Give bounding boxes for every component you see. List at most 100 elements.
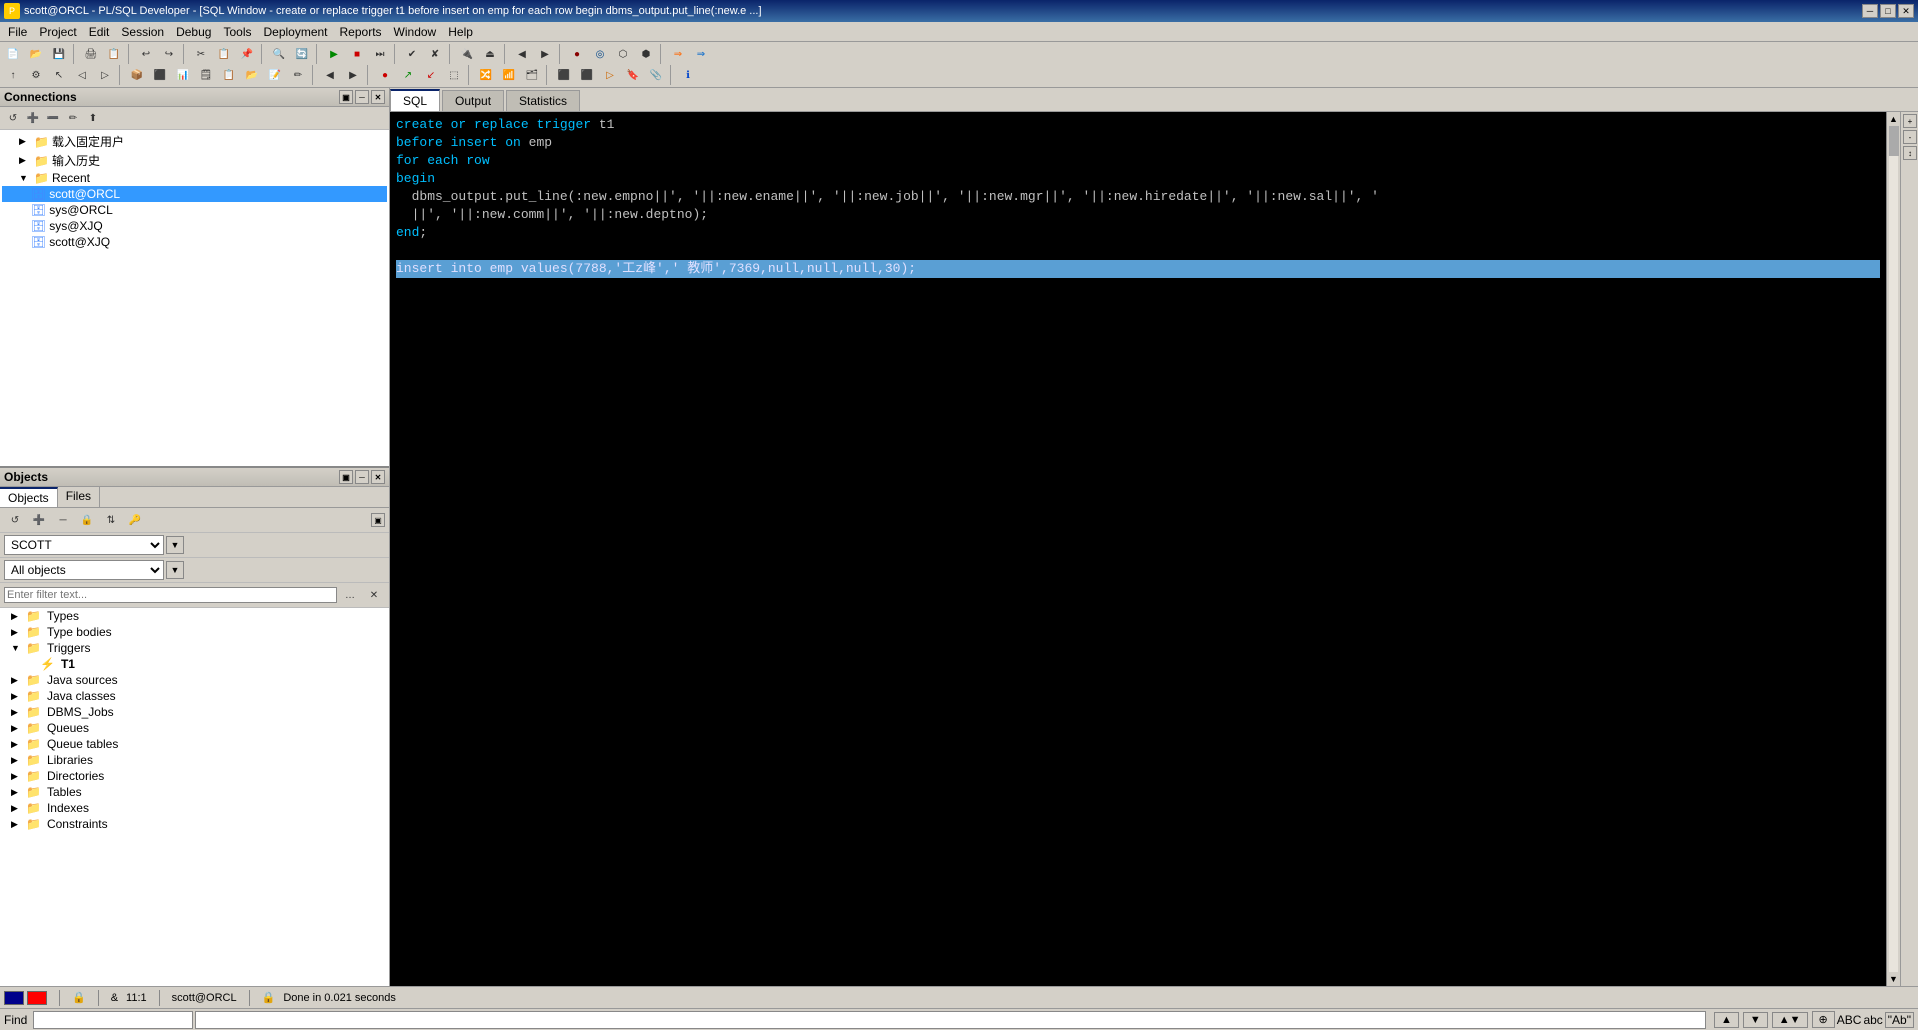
nav-left-btn[interactable]: ◀ (511, 44, 533, 64)
tab-output[interactable]: Output (442, 90, 504, 111)
tb2-19[interactable]: 📶 (498, 65, 520, 85)
obj-list-item[interactable]: ▶📁Directories (0, 768, 389, 784)
menu-item-deployment[interactable]: Deployment (257, 23, 333, 41)
find-input[interactable] (33, 1011, 193, 1029)
obj-list-item[interactable]: ▶📁Type bodies (0, 624, 389, 640)
tb2-11[interactable]: 📂 (241, 65, 263, 85)
obj-lock-btn[interactable]: 🔒 (76, 510, 98, 530)
menu-item-reports[interactable]: Reports (334, 23, 388, 41)
tb2-trans[interactable]: 🔀 (475, 65, 497, 85)
conn-close-btn[interactable]: ✕ (371, 90, 385, 104)
find-opts-btn[interactable]: ▲▼ (1772, 1012, 1808, 1028)
all-objects-dropdown[interactable]: ▼ (166, 561, 184, 579)
tb2-2[interactable]: ⚙ (25, 65, 47, 85)
mini-btn-1[interactable]: + (1903, 114, 1917, 128)
cut-btn[interactable]: ✂ (190, 44, 212, 64)
copy-btn[interactable]: 📋 (213, 44, 235, 64)
menu-item-window[interactable]: Window (388, 23, 443, 41)
tb2-7[interactable]: ⬛ (149, 65, 171, 85)
obj-sort-btn[interactable]: ⇅ (100, 510, 122, 530)
tb2-3[interactable]: ↖ (48, 65, 70, 85)
tb2-info[interactable]: ℹ (677, 65, 699, 85)
obj-add-btn[interactable]: ➕ (28, 510, 50, 530)
filter-clear-btn[interactable]: ✕ (363, 585, 385, 605)
tb2-16[interactable]: ↗ (397, 65, 419, 85)
print-btn[interactable]: 🖨 (80, 44, 102, 64)
sql-editor[interactable]: create or replace trigger t1before inser… (390, 112, 1886, 986)
undo-btn[interactable]: ↩ (135, 44, 157, 64)
step-btn[interactable]: ⏭ (369, 44, 391, 64)
paste-btn[interactable]: 📌 (236, 44, 258, 64)
tb2-22[interactable]: 📎 (645, 65, 667, 85)
schema-dropdown-btn[interactable]: ▼ (166, 536, 184, 554)
redo-btn[interactable]: ↪ (158, 44, 180, 64)
conn-refresh-btn[interactable]: ↺ (4, 109, 22, 127)
tab-sql[interactable]: SQL (390, 89, 440, 111)
conn-tree-item[interactable]: 🗄 scott@XJQ (2, 234, 387, 250)
obj-list-item[interactable]: ▶📁DBMS_Jobs (0, 704, 389, 720)
scroll-up-btn[interactable]: ▲ (1887, 112, 1900, 126)
nav-right-btn[interactable]: ▶ (534, 44, 556, 64)
commit-btn[interactable]: ✔ (401, 44, 423, 64)
conn-add-btn[interactable]: ➕ (24, 109, 42, 127)
tb2-4[interactable]: ◁ (71, 65, 93, 85)
obj-list-item[interactable]: ▶📁Indexes (0, 800, 389, 816)
obj-list-item[interactable]: ▶📁Java sources (0, 672, 389, 688)
tb2-red1[interactable]: ⬛ (553, 65, 575, 85)
menu-item-session[interactable]: Session (115, 23, 170, 41)
obj-list-item[interactable]: ▶📁Constraints (0, 816, 389, 832)
debug2-btn[interactable]: ◎ (589, 44, 611, 64)
stop-btn[interactable]: ■ (346, 44, 368, 64)
find-prev-btn[interactable]: ▲ (1714, 1012, 1739, 1028)
obj-panel-btn[interactable]: ▣ (371, 513, 385, 527)
obj-filter-btn[interactable]: 🔑 (124, 510, 146, 530)
disconnect-btn[interactable]: ⏏ (479, 44, 501, 64)
conn-tree-item[interactable]: 🗄 sys@XJQ (2, 218, 387, 234)
run-btn[interactable]: ▶ (323, 44, 345, 64)
tb2-21[interactable]: 🔖 (622, 65, 644, 85)
maximize-button[interactable]: □ (1880, 4, 1896, 18)
tb2-9[interactable]: 🗒 (195, 65, 217, 85)
tab-objects[interactable]: Objects (0, 487, 58, 507)
obj-refresh-btn[interactable]: ↺ (4, 510, 26, 530)
tb2-15[interactable]: ● (374, 65, 396, 85)
open-btn[interactable]: 📂 (25, 44, 47, 64)
mini-btn-3[interactable]: ↕ (1903, 146, 1917, 160)
menu-item-tools[interactable]: Tools (217, 23, 257, 41)
obj-list-item[interactable]: ▼📁Triggers (0, 640, 389, 656)
tb2-8[interactable]: 📊 (172, 65, 194, 85)
obj-list-item[interactable]: ▶📁Tables (0, 784, 389, 800)
conn-tree-item[interactable]: ▶📁 载入固定用户 (2, 132, 387, 151)
obj-pin-btn[interactable]: ▣ (339, 470, 353, 484)
new-btn[interactable]: 📄 (2, 44, 24, 64)
menu-item-debug[interactable]: Debug (170, 23, 217, 41)
conn-tree-item[interactable]: ▶📁 输入历史 (2, 151, 387, 170)
conn-pin-btn[interactable]: ▣ (339, 90, 353, 104)
mini-btn-2[interactable]: - (1903, 130, 1917, 144)
tb2-13[interactable]: ◀ (319, 65, 341, 85)
tab-statistics[interactable]: Statistics (506, 90, 580, 111)
close-button[interactable]: ✕ (1898, 4, 1914, 18)
scroll-down-btn[interactable]: ▼ (1887, 972, 1900, 986)
save-btn[interactable]: 💾 (48, 44, 70, 64)
replace-btn[interactable]: 🔄 (291, 44, 313, 64)
conn-remove-btn[interactable]: ➖ (44, 109, 62, 127)
find-next-btn[interactable]: ▼ (1743, 1012, 1768, 1028)
obj-list-item[interactable]: ▶📁Types (0, 608, 389, 624)
debug4-btn[interactable]: ⬢ (635, 44, 657, 64)
tb2-red2[interactable]: ⬛ (576, 65, 598, 85)
obj-list-item[interactable]: ▶📁Java classes (0, 688, 389, 704)
tb2-10[interactable]: 📋 (218, 65, 240, 85)
debug-btn[interactable]: ● (566, 44, 588, 64)
menu-item-project[interactable]: Project (33, 23, 82, 41)
obj-close-btn[interactable]: ✕ (371, 470, 385, 484)
tb2-6[interactable]: 📦 (126, 65, 148, 85)
menu-item-edit[interactable]: Edit (83, 23, 116, 41)
search-btn[interactable]: 🔍 (268, 44, 290, 64)
orange-arrow-btn[interactable]: ⇒ (667, 44, 689, 64)
schema-select[interactable]: SCOTT (4, 535, 164, 555)
filter-input[interactable] (4, 587, 337, 603)
filter-options-btn[interactable]: … (339, 585, 361, 605)
rollback-btn[interactable]: ✘ (424, 44, 446, 64)
find-close-btn[interactable]: ⊕ (1812, 1011, 1835, 1028)
